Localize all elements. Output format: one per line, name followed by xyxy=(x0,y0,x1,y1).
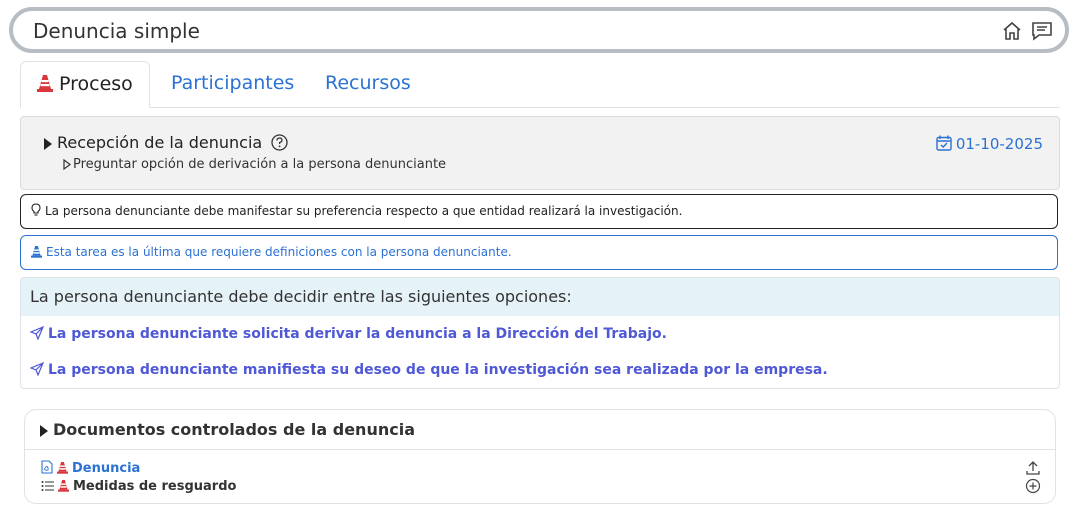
caret-right-icon xyxy=(39,412,49,451)
tab-participantes-label: Participantes xyxy=(171,72,295,94)
tab-proceso[interactable]: Proceso xyxy=(20,61,150,108)
decision-panel: La persona denunciante debe decidir entr… xyxy=(20,277,1060,389)
hint-text: La persona denunciante debe manifestar s… xyxy=(45,204,683,218)
tab-proceso-label: Proceso xyxy=(59,73,133,95)
send-icon xyxy=(29,318,45,354)
decision-heading: La persona denunciante debe decidir entr… xyxy=(21,278,1059,316)
info-note: Esta tarea es la última que requiere def… xyxy=(20,235,1058,270)
tab-recursos[interactable]: Recursos xyxy=(309,61,427,106)
tab-bar: Proceso Participantes Recursos xyxy=(20,61,1060,108)
document-item-medidas[interactable]: Medidas de resguardo xyxy=(41,479,236,496)
traffic-cone-icon xyxy=(31,238,42,271)
caret-right-icon xyxy=(43,135,53,154)
pdf-file-icon xyxy=(41,460,53,478)
step-date: 01-10-2025 xyxy=(936,135,1043,155)
decision-option-label: La persona denunciante manifiesta su des… xyxy=(48,362,828,378)
add-circle-icon[interactable] xyxy=(1025,478,1041,494)
document-item-denuncia[interactable]: Denuncia xyxy=(41,460,140,478)
decision-option-empresa[interactable]: La persona denunciante manifiesta su des… xyxy=(21,352,1059,388)
info-text: Esta tarea es la última que requiere def… xyxy=(46,245,512,259)
document-label: Medidas de resguardo xyxy=(73,479,237,494)
calendar-check-icon xyxy=(936,135,952,155)
chat-icon[interactable] xyxy=(1031,20,1053,42)
lightbulb-icon xyxy=(31,197,41,230)
step-card: Recepción de la denuncia Preguntar opció… xyxy=(20,116,1060,190)
documents-header[interactable]: Documentos controlados de la denuncia xyxy=(25,410,1055,450)
title-actions xyxy=(1001,20,1053,42)
decision-option-derivar[interactable]: La persona denunciante solicita derivar … xyxy=(21,316,1059,352)
step-title: Recepción de la denuncia xyxy=(57,133,263,152)
title-bar: Denuncia simple xyxy=(9,7,1069,53)
upload-icon[interactable] xyxy=(1025,460,1041,476)
documents-panel: Documentos controlados de la denuncia De… xyxy=(24,409,1056,504)
traffic-cone-icon xyxy=(58,479,69,496)
document-label: Denuncia xyxy=(72,461,141,476)
tab-recursos-label: Recursos xyxy=(325,72,411,94)
step-subtitle: Preguntar opción de derivación a la pers… xyxy=(73,157,447,172)
step-header[interactable]: Recepción de la denuncia xyxy=(43,133,288,155)
list-icon xyxy=(41,480,54,496)
step-date-value: 01-10-2025 xyxy=(955,135,1043,153)
tab-participantes[interactable]: Participantes xyxy=(155,61,310,106)
traffic-cone-icon xyxy=(57,461,68,478)
page-title: Denuncia simple xyxy=(33,19,200,43)
step-subtitle-row: Preguntar opción de derivación a la pers… xyxy=(63,157,446,174)
send-icon xyxy=(29,354,45,388)
help-icon[interactable] xyxy=(271,134,288,155)
decision-option-label: La persona denunciante solicita derivar … xyxy=(48,326,667,342)
hint-note: La persona denunciante debe manifestar s… xyxy=(20,194,1058,229)
home-icon[interactable] xyxy=(1001,20,1023,42)
documents-heading: Documentos controlados de la denuncia xyxy=(53,420,415,439)
caret-right-outline-icon xyxy=(63,158,71,174)
traffic-cone-icon xyxy=(37,64,53,108)
